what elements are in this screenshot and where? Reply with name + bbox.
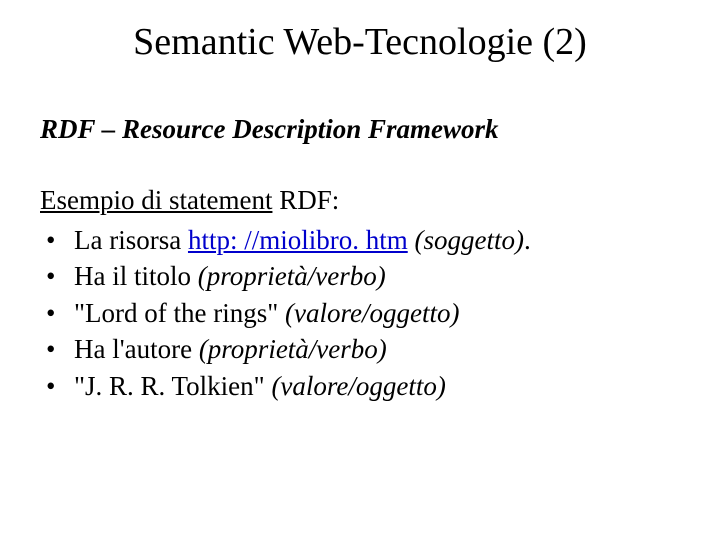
bullet-text: La risorsa — [74, 225, 188, 255]
bullet-paren: (soggetto) — [414, 225, 523, 255]
lead-rest: RDF: — [272, 185, 339, 215]
bullet-paren: (valore/oggetto) — [271, 371, 445, 401]
list-item: "Lord of the rings" (valore/oggetto) — [40, 295, 680, 331]
bullet-paren: (valore/oggetto) — [285, 298, 459, 328]
slide-title: Semantic Web-Tecnologie (2) — [40, 20, 680, 64]
bullet-text: Ha l'autore — [74, 334, 199, 364]
slide: Semantic Web-Tecnologie (2) RDF – Resour… — [0, 0, 720, 540]
bullet-link[interactable]: http: //miolibro. htm — [188, 225, 408, 255]
bullet-text: Ha il titolo — [74, 261, 198, 291]
list-item: La risorsa http: //miolibro. htm (sogget… — [40, 222, 680, 258]
lead-line: Esempio di statement RDF: — [40, 185, 680, 216]
bullet-text: "Lord of the rings" — [74, 298, 285, 328]
bullet-text: "J. R. R. Tolkien" — [74, 371, 271, 401]
bullet-list: La risorsa http: //miolibro. htm (sogget… — [40, 222, 680, 404]
bullet-tail: . — [524, 225, 531, 255]
list-item: "J. R. R. Tolkien" (valore/oggetto) — [40, 368, 680, 404]
lead-underlined: Esempio di statement — [40, 185, 272, 215]
list-item: Ha il titolo (proprietà/verbo) — [40, 258, 680, 294]
bullet-paren: (proprietà/verbo) — [199, 334, 387, 364]
bullet-paren: (proprietà/verbo) — [198, 261, 386, 291]
list-item: Ha l'autore (proprietà/verbo) — [40, 331, 680, 367]
section-heading: RDF – Resource Description Framework — [40, 114, 680, 145]
